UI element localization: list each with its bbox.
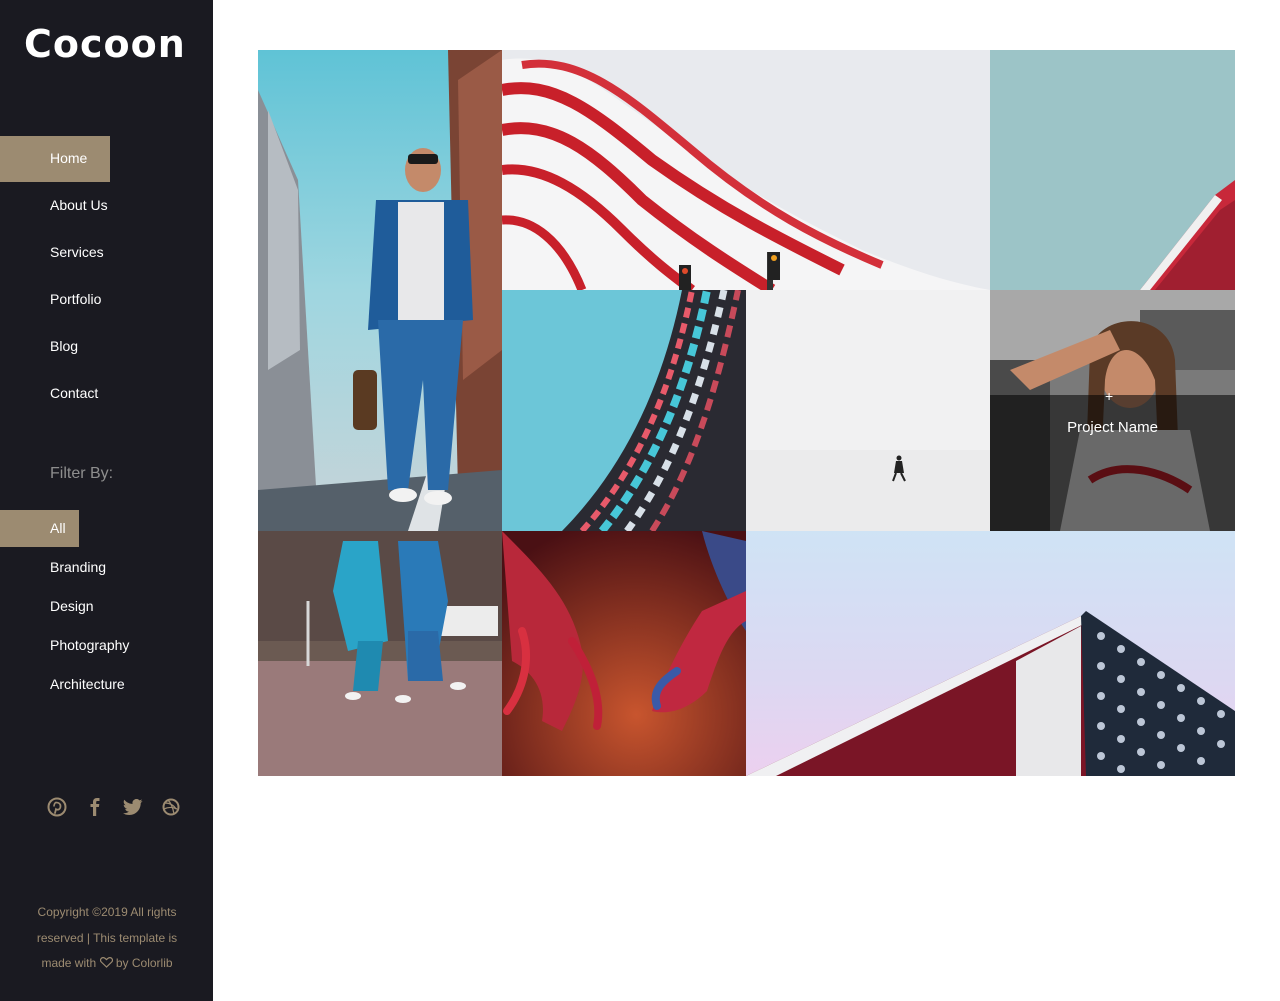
nav-item-blog[interactable]: Blog (0, 324, 110, 370)
gallery-item-man-street[interactable] (258, 50, 502, 531)
filter-branding[interactable]: Branding (0, 549, 213, 586)
copyright-line-3: made with by Colorlib (22, 951, 192, 977)
main-nav: Home About Us Services Portfolio Blog Co… (0, 136, 213, 418)
dribbble-icon[interactable] (160, 796, 182, 818)
facebook-icon[interactable] (84, 796, 106, 818)
copyright-line-1: Copyright ©2019 All rights (37, 905, 177, 919)
gallery-item-red-hands[interactable] (502, 531, 746, 776)
gallery-item-snow-walker[interactable] (746, 290, 990, 531)
gallery-item-wave-building[interactable] (502, 50, 990, 290)
sidebar: Cocoon Home About Us Services Portfolio … (0, 0, 213, 1001)
nav-item-contact[interactable]: Contact (0, 371, 110, 417)
project-name-label: Project Name (1067, 419, 1158, 436)
twitter-icon[interactable] (122, 796, 144, 818)
nav-item-home[interactable]: Home (0, 136, 110, 182)
filter-photography[interactable]: Photography (0, 627, 213, 664)
nav-item-portfolio[interactable]: Portfolio (0, 277, 110, 323)
filter-all[interactable]: All (0, 510, 79, 547)
heart-icon (99, 956, 113, 968)
pinterest-icon[interactable] (46, 796, 68, 818)
gallery-item-fashion-couple[interactable] (258, 531, 502, 776)
gallery-item-red-roof[interactable] (990, 50, 1235, 290)
gallery-item-curved-building[interactable] (502, 290, 746, 531)
social-links (46, 796, 182, 818)
filter-list: All Branding Design Photography Architec… (0, 510, 213, 705)
colorlib-link[interactable]: by Colorlib (116, 956, 173, 970)
filter-title: Filter By: (50, 465, 114, 482)
plus-icon: + (1105, 388, 1114, 404)
gallery-item-building-corner[interactable] (746, 531, 1235, 776)
copyright-line-2: reserved | This template is (36, 930, 178, 945)
copyright-made-with: made with (41, 956, 97, 970)
copyright-text: Copyright ©2019 All rights reserved | Th… (22, 900, 192, 977)
nav-item-services[interactable]: Services (0, 230, 110, 276)
project-hover-overlay[interactable]: + Project Name (990, 388, 1235, 531)
site-logo[interactable]: Cocoon (24, 22, 186, 66)
nav-item-about-us[interactable]: About Us (0, 183, 110, 229)
filter-design[interactable]: Design (0, 588, 213, 625)
filter-architecture[interactable]: Architecture (0, 666, 213, 703)
